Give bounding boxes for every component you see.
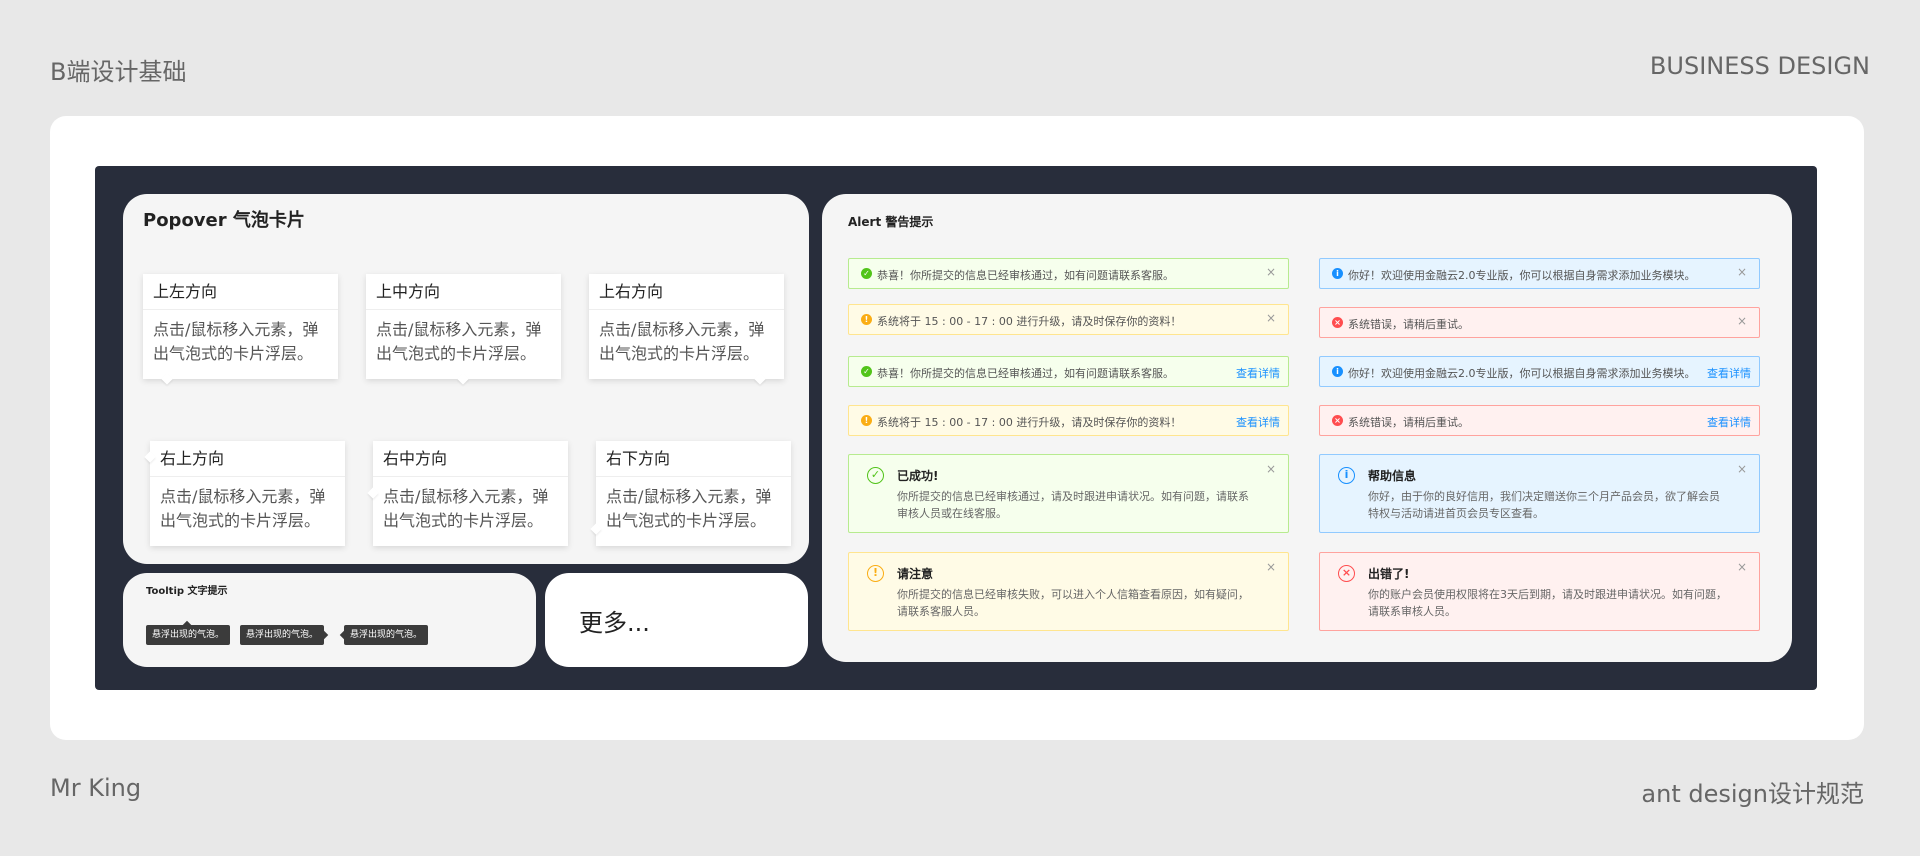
alert-text: 你好！欢迎使用金融云2.0专业版，你可以根据自身需求添加业务模块。	[1348, 367, 1696, 380]
tooltip-text: 悬浮出现的气泡。	[350, 630, 423, 640]
alert-description: 你的账户会员使用权限将在3天后到期，请及时跟进申请状况。如有问题，请联系审核人员…	[1368, 588, 1727, 618]
view-detail-link[interactable]: 查看详情	[1236, 365, 1280, 381]
alert-text: 系统将于 15 : 00 - 17 : 00 进行升级，请及时保存你的资料！	[877, 315, 1182, 328]
close-circle-icon: ×	[1332, 317, 1343, 328]
close-icon[interactable]: ×	[1266, 265, 1276, 279]
footer-author: Mr King	[50, 774, 142, 802]
alert-info-detail: i 你好！欢迎使用金融云2.0专业版，你可以根据自身需求添加业务模块。 查看详情	[1319, 356, 1760, 387]
close-icon[interactable]: ×	[1737, 560, 1747, 574]
card-body: 点击/鼠标移入元素，弹出气泡式的卡片浮层。	[153, 320, 319, 363]
card-title: 上左方向	[143, 274, 338, 310]
card-body: 点击/鼠标移入元素，弹出气泡式的卡片浮层。	[599, 320, 765, 363]
popover-card-top-center: 上中方向 点击/鼠标移入元素，弹出气泡式的卡片浮层。	[366, 274, 561, 385]
alert-description: 你所提交的信息已经审核失败，可以进入个人信箱查看原因，如有疑问，请联系客服人员。	[897, 588, 1249, 618]
tooltip-right[interactable]: 悬浮出现的气泡。	[240, 625, 329, 645]
popover-card-top-right: 上右方向 点击/鼠标移入元素，弹出气泡式的卡片浮层。	[589, 274, 784, 385]
view-detail-link[interactable]: 查看详情	[1707, 365, 1751, 381]
card-arrow	[457, 373, 469, 385]
card-body: 点击/鼠标移入元素，弹出气泡式的卡片浮层。	[376, 320, 542, 363]
popover-card-right-top: 右上方向 点击/鼠标移入元素，弹出气泡式的卡片浮层。	[144, 441, 345, 546]
exclamation-circle-icon: !	[861, 314, 872, 325]
tooltip-arrow	[319, 630, 329, 640]
popover-panel: Popover 气泡卡片 上左方向 点击/鼠标移入元素，弹出气泡式的卡片浮层。 …	[123, 194, 809, 564]
close-icon[interactable]: ×	[1266, 560, 1276, 574]
info-circle-icon: i	[1332, 268, 1343, 279]
tooltip-left[interactable]: 悬浮出现的气泡。	[339, 625, 429, 645]
more-label: 更多...	[579, 609, 650, 637]
card-arrow	[754, 373, 766, 385]
alert-panel: Alert 警告提示 ✓ 恭喜！你所提交的信息已经审核通过，如有问题请联系客服。…	[822, 194, 1792, 662]
popover-card-right-bottom: 右下方向 点击/鼠标移入元素，弹出气泡式的卡片浮层。	[590, 441, 791, 546]
close-icon[interactable]: ×	[1737, 462, 1747, 476]
card-title: 上中方向	[366, 274, 561, 310]
card-title: 右中方向	[373, 441, 568, 477]
alert-warning-detail: ! 系统将于 15 : 00 - 17 : 00 进行升级，请及时保存你的资料！…	[848, 405, 1289, 436]
alert-heading: 请注意	[897, 567, 934, 581]
check-circle-icon: ✓	[861, 366, 872, 377]
alert-info: i 你好！欢迎使用金融云2.0专业版，你可以根据自身需求添加业务模块。 ×	[1319, 258, 1760, 289]
alert-success-detail: ✓ 恭喜！你所提交的信息已经审核通过，如有问题请联系客服。 查看详情	[848, 356, 1289, 387]
card-body: 点击/鼠标移入元素，弹出气泡式的卡片浮层。	[606, 487, 772, 530]
alert-text: 系统错误，请稍后重试。	[1348, 416, 1469, 429]
alert-warning-large: ! 请注意 你所提交的信息已经审核失败，可以进入个人信箱查看原因，如有疑问，请联…	[848, 552, 1289, 631]
alert-heading: 出错了!	[1368, 567, 1410, 581]
more-panel[interactable]: 更多...	[545, 573, 808, 667]
alert-text: 你好！欢迎使用金融云2.0专业版，你可以根据自身需求添加业务模块。	[1348, 269, 1696, 282]
tooltip-title: Tooltip 文字提示	[146, 586, 228, 597]
header-subtitle: BUSINESS DESIGN	[1649, 52, 1870, 80]
alert-description: 你所提交的信息已经审核通过，请及时跟进申请状况。如有问题，请联系审核人员或在线客…	[897, 490, 1249, 520]
tooltip-arrow	[182, 620, 192, 630]
alert-text: 系统错误，请稍后重试。	[1348, 318, 1469, 331]
alert-text: 恭喜！你所提交的信息已经审核通过，如有问题请联系客服。	[877, 367, 1174, 380]
info-circle-icon: i	[1332, 366, 1343, 377]
info-circle-icon: i	[1338, 467, 1355, 484]
close-icon[interactable]: ×	[1737, 265, 1747, 279]
popover-title: Popover 气泡卡片	[143, 210, 305, 231]
view-detail-link[interactable]: 查看详情	[1707, 414, 1751, 430]
close-icon[interactable]: ×	[1266, 462, 1276, 476]
close-icon[interactable]: ×	[1266, 311, 1276, 325]
alert-warning: ! 系统将于 15 : 00 - 17 : 00 进行升级，请及时保存你的资料！…	[848, 304, 1289, 335]
popover-card-top-left: 上左方向 点击/鼠标移入元素，弹出气泡式的卡片浮层。	[143, 274, 338, 385]
alert-description: 你好，由于你的良好信用，我们决定赠送你三个月产品会员，欲了解会员特权与活动请进首…	[1368, 490, 1720, 520]
exclamation-circle-icon: !	[867, 565, 884, 582]
close-icon[interactable]: ×	[1737, 314, 1747, 328]
header-title: B端设计基础	[50, 58, 187, 86]
alert-info-large: i 帮助信息 你好，由于你的良好信用，我们决定赠送你三个月产品会员，欲了解会员特…	[1319, 454, 1760, 533]
card-arrow	[161, 373, 173, 385]
card-title: 上右方向	[589, 274, 784, 310]
close-circle-icon: ×	[1332, 415, 1343, 426]
check-circle-icon: ✓	[861, 268, 872, 279]
tooltip-top[interactable]: 悬浮出现的气泡。	[146, 620, 231, 645]
alert-error-large: × 出错了! 你的账户会员使用权限将在3天后到期，请及时跟进申请状况。如有问题，…	[1319, 552, 1760, 631]
popover-card-right-center: 右中方向 点击/鼠标移入元素，弹出气泡式的卡片浮层。	[367, 441, 568, 546]
alert-heading: 帮助信息	[1368, 469, 1417, 483]
card-title: 右上方向	[150, 441, 345, 477]
alert-error: × 系统错误，请稍后重试。 ×	[1319, 307, 1760, 338]
footer-spec: ant design设计规范	[1641, 780, 1864, 808]
view-detail-link[interactable]: 查看详情	[1236, 414, 1280, 430]
alert-success: ✓ 恭喜！你所提交的信息已经审核通过，如有问题请联系客服。 ×	[848, 258, 1289, 289]
alert-error-detail: × 系统错误，请稍后重试。 查看详情	[1319, 405, 1760, 436]
exclamation-circle-icon: !	[861, 415, 872, 426]
check-circle-icon: ✓	[867, 467, 884, 484]
tooltip-panel: Tooltip 文字提示 悬浮出现的气泡。 悬浮出现的气泡。 悬浮出现的气泡。	[123, 573, 536, 667]
alert-heading: 已成功!	[897, 469, 939, 483]
alert-text: 系统将于 15 : 00 - 17 : 00 进行升级，请及时保存你的资料！	[877, 416, 1182, 429]
card-body: 点击/鼠标移入元素，弹出气泡式的卡片浮层。	[383, 487, 549, 530]
tooltip-text: 悬浮出现的气泡。	[152, 630, 225, 640]
card-body: 点击/鼠标移入元素，弹出气泡式的卡片浮层。	[160, 487, 326, 530]
card-title: 右下方向	[596, 441, 791, 477]
close-circle-icon: ×	[1338, 565, 1355, 582]
alert-text: 恭喜！你所提交的信息已经审核通过，如有问题请联系客服。	[877, 269, 1174, 282]
tooltip-text: 悬浮出现的气泡。	[246, 630, 319, 640]
alert-success-large: ✓ 已成功! 你所提交的信息已经审核通过，请及时跟进申请状况。如有问题，请联系审…	[848, 454, 1289, 533]
tooltip-arrow	[339, 630, 349, 640]
alert-title: Alert 警告提示	[848, 215, 934, 229]
